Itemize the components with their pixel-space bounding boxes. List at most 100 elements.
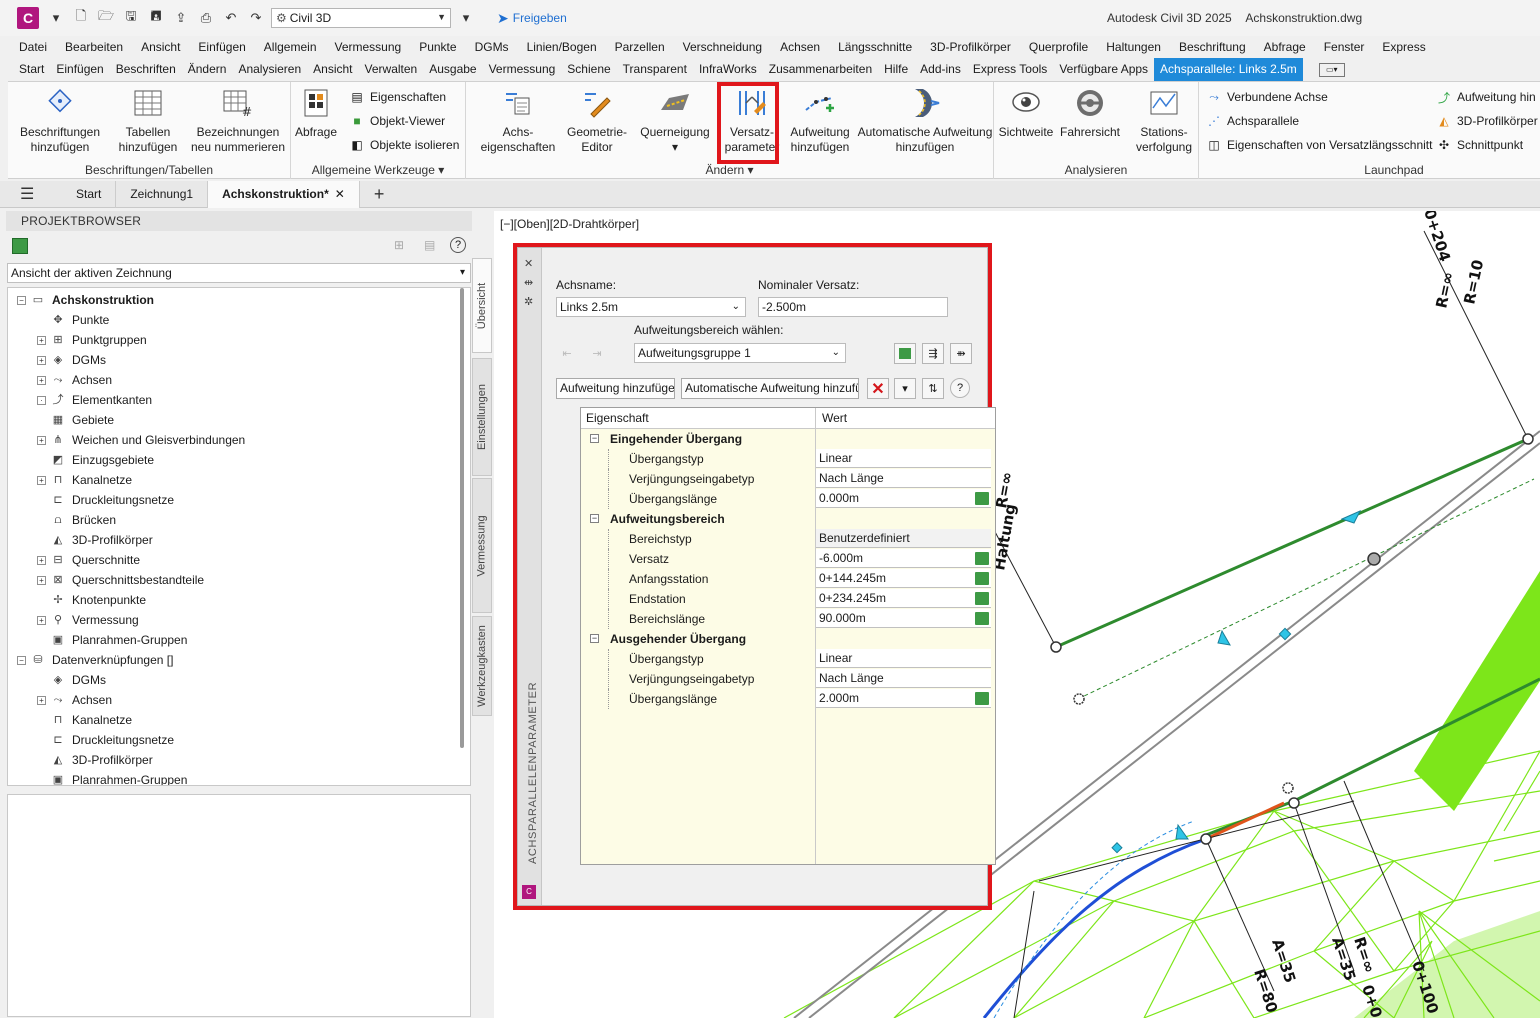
property-value[interactable]: 0+144.245m <box>816 569 991 588</box>
property-value[interactable]: 0.000m <box>816 489 991 508</box>
querneigung-button[interactable]: Querneigung ▾ <box>636 86 714 155</box>
achseigenschaften-button[interactable]: Achs- eigenschaften <box>476 86 560 155</box>
menu-querprofile[interactable]: Querprofile <box>1029 40 1096 54</box>
autohide-icon[interactable]: ⇹ <box>524 276 533 289</box>
save-icon[interactable]: 🖫 <box>122 8 140 27</box>
property-value[interactable]: 0+234.245m <box>816 589 991 608</box>
tree-scrollbar[interactable] <box>460 288 464 748</box>
pick-from-drawing-icon[interactable] <box>975 492 989 505</box>
collapse-icon[interactable]: − <box>17 655 26 665</box>
ribbon-tab-einfuegen[interactable]: Einfügen <box>50 58 109 81</box>
tree-item-achsen[interactable]: + ⤳ Achsen <box>37 370 112 390</box>
tree-item-bruecken[interactable]: ⩍ Brücken <box>37 510 116 530</box>
menu-abfrage[interactable]: Abfrage <box>1264 40 1314 54</box>
doc-tab-start[interactable]: Start <box>62 180 117 208</box>
objekte-isolieren-button[interactable]: ◧ Objekte isolieren <box>349 137 459 153</box>
ribbon-tab-add-ins[interactable]: Add-ins <box>914 58 967 81</box>
delete-icon[interactable]: ✕ <box>867 378 889 399</box>
tree-item-planrahmen-gruppen[interactable]: ▣ Planrahmen-Gruppen <box>37 630 188 650</box>
menu-beschriftung[interactable]: Beschriftung <box>1179 40 1254 54</box>
side-tab-vermessung[interactable]: Vermessung <box>472 478 492 613</box>
aufweitung-hin-button[interactable]: ⤴ Aufweitung hin <box>1436 89 1536 105</box>
tree-item-einzugsgebiete[interactable]: ◩ Einzugsgebiete <box>37 450 154 470</box>
help-icon[interactable]: ? <box>450 237 466 253</box>
tree-item-druckleitungsnetze[interactable]: ⊏ Druckleitungsnetze <box>37 490 174 510</box>
property-row[interactable]: Versatz -6.000m <box>581 549 995 569</box>
menu-3d-profilkoerper[interactable]: 3D-Profilkörper <box>930 40 1019 54</box>
menu-vermessung[interactable]: Vermessung <box>335 40 410 54</box>
tree-item-achskonstruktion[interactable]: − ▭ Achskonstruktion <box>17 290 154 310</box>
expand-icon[interactable]: · <box>37 395 46 405</box>
side-tab-uebersicht[interactable]: Übersicht <box>472 258 492 353</box>
publish-icon[interactable]: ⇪ <box>172 9 190 27</box>
side-tab-einstellungen[interactable]: Einstellungen <box>472 358 492 476</box>
nominaler-versatz-input[interactable]: -2.500m <box>758 297 948 317</box>
tree-item-querschnitte[interactable]: + ⊟ Querschnitte <box>37 550 140 570</box>
tree-item-3d-profilkoerper[interactable]: ◭ 3D-Profilkörper <box>37 750 153 770</box>
doc-tab-achskonstruktion[interactable]: Achskonstruktion* ✕ <box>208 180 360 208</box>
menu-verschneidung[interactable]: Verschneidung <box>683 40 770 54</box>
menu-achsen[interactable]: Achsen <box>780 40 828 54</box>
help-icon[interactable]: ? <box>950 378 970 398</box>
tabellen-hinzufuegen-button[interactable]: Tabellen hinzufügen <box>114 86 182 155</box>
ribbon-tab-infraworks[interactable]: InfraWorks <box>693 58 763 81</box>
expand-icon[interactable]: + <box>37 435 46 445</box>
tree-item-querschnittsbestandteile[interactable]: + ⊠ Querschnittsbestandteile <box>37 570 204 590</box>
tree-item-gebiete[interactable]: ▦ Gebiete <box>37 410 114 430</box>
bezeichnungen-nummerieren-button[interactable]: # Bezeichnungen neu nummerieren <box>188 86 288 155</box>
close-icon[interactable]: ✕ <box>524 257 533 270</box>
ribbon-tab-hilfe[interactable]: Hilfe <box>878 58 914 81</box>
eigenschaften-versatz-button[interactable]: ◫ Eigenschaften von Versatzlängsschnitt <box>1206 137 1432 153</box>
pick-region-icon[interactable] <box>894 343 916 364</box>
menu-einfuegen[interactable]: Einfügen <box>198 40 253 54</box>
palette-settings-icon[interactable]: ✲ <box>524 295 533 308</box>
side-tab-werkzeugkasten[interactable]: Werkzeugkasten <box>472 616 492 716</box>
palette-title-strip[interactable]: ✕ ⇹ ✲ ACHSPARALLELENPARAMETER C <box>518 248 542 905</box>
property-row[interactable]: Bereichslänge 90.000m <box>581 609 995 629</box>
menu-punkte[interactable]: Punkte <box>419 40 464 54</box>
property-value[interactable]: Nach Länge <box>816 469 991 488</box>
collapse-icon[interactable]: − <box>17 295 26 305</box>
ribbon-tab-start[interactable]: Start <box>13 58 50 81</box>
ribbon-tab-ausgabe[interactable]: Ausgabe <box>423 58 482 81</box>
menu-express[interactable]: Express <box>1382 40 1433 54</box>
expand-icon[interactable]: + <box>37 355 46 365</box>
zoom-to-region-icon[interactable]: ⇶ <box>922 343 944 364</box>
tree-item-3d-profilkoerper[interactable]: ◭ 3D-Profilkörper <box>37 530 153 550</box>
tree-item-punktgruppen[interactable]: + ⊞ Punktgruppen <box>37 330 147 350</box>
share-button[interactable]: ➤ Freigeben <box>497 10 567 27</box>
expand-icon[interactable]: + <box>37 575 46 585</box>
tree-item-elementkanten[interactable]: · ⤴ Elementkanten <box>37 390 152 410</box>
close-icon[interactable]: ✕ <box>335 187 345 201</box>
property-row[interactable]: Übergangslänge 2.000m <box>581 689 995 709</box>
property-value[interactable]: Nach Länge <box>816 669 991 688</box>
next-region-icon[interactable]: ⇥ <box>586 343 608 364</box>
achsname-select[interactable]: Links 2.5m ⌄ <box>556 297 746 317</box>
property-value[interactable]: 90.000m <box>816 609 991 628</box>
tree-item-kanalnetze[interactable]: + ⊓ Kanalnetze <box>37 470 132 490</box>
achsparallele-button[interactable]: ⋰ Achsparallele <box>1206 113 1299 129</box>
open-file-icon[interactable]: 🗁 <box>97 8 115 27</box>
menu-bearbeiten[interactable]: Bearbeiten <box>65 40 131 54</box>
abfrage-button[interactable]: Abfrage <box>294 86 338 140</box>
browser-tree-icon[interactable]: ⊞ <box>394 238 404 252</box>
hamburger-menu-icon[interactable]: ☰ <box>20 184 40 204</box>
menu-dgms[interactable]: DGMs <box>475 40 517 54</box>
tree-item-druckleitungsnetze[interactable]: ⊏ Druckleitungsnetze <box>37 730 174 750</box>
ribbon-tab-analysieren[interactable]: Analysieren <box>232 58 307 81</box>
tree-item-planrahmen-gruppen[interactable]: ▣ Planrahmen-Gruppen <box>37 770 188 785</box>
collapse-icon[interactable]: − <box>590 434 599 443</box>
verbundene-achse-button[interactable]: ⤳ Verbundene Achse <box>1206 89 1328 105</box>
geometrie-editor-button[interactable]: Geometrie- Editor <box>562 86 632 155</box>
stationsverfolgung-button[interactable]: Stations- verfolgung <box>1128 86 1200 155</box>
property-row[interactable]: Übergangslänge 0.000m <box>581 489 995 509</box>
panel-title-allgemein[interactable]: Allgemeine Werkzeuge ▾ <box>291 163 465 177</box>
ribbon-tab-achsparallele-links-2-5m[interactable]: Achsparallele: Links 2.5m <box>1154 58 1303 81</box>
property-value[interactable]: 2.000m <box>816 689 991 708</box>
ribbon-tab-beschriften[interactable]: Beschriften <box>110 58 182 81</box>
property-row[interactable]: Verjüngungseingabetyp Nach Länge <box>581 669 995 689</box>
collapse-icon[interactable]: − <box>590 634 599 643</box>
property-row[interactable]: Bereichstyp Benutzerdefiniert <box>581 529 995 549</box>
browser-view-icon[interactable] <box>12 238 28 254</box>
property-row[interactable]: Endstation 0+234.245m <box>581 589 995 609</box>
